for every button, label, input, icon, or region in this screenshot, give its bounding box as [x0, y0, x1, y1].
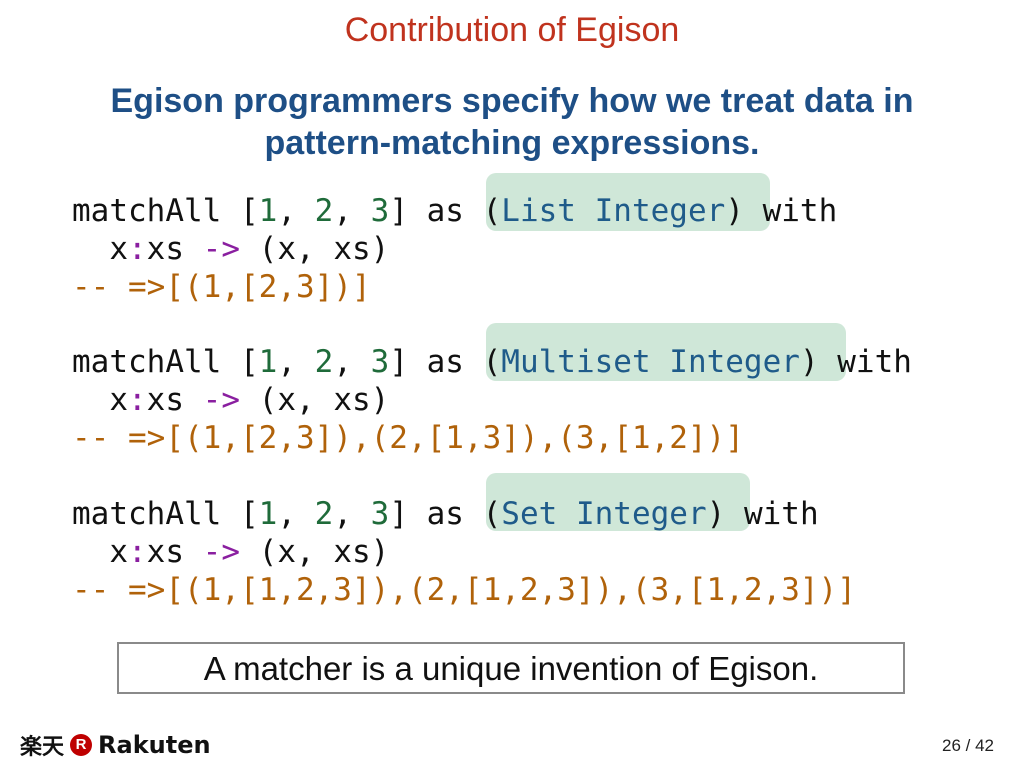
slide-subtitle: Egison programmers specify how we treat …: [40, 80, 984, 164]
code-line-matchall-set: matchAll [1, 2, 3] as (Set Integer) with: [72, 496, 819, 532]
code-line-matchall-multiset: matchAll [1, 2, 3] as (Multiset Integer)…: [72, 344, 912, 380]
code-line-pattern: x:xs -> (x, xs): [109, 231, 390, 267]
page-number: 26 / 42: [942, 736, 994, 755]
matcher-type: Multiset: [501, 344, 651, 380]
code-line-matchall-list: matchAll [1, 2, 3] as (List Integer) wit…: [72, 193, 838, 229]
matcher-type: List: [501, 193, 576, 229]
subtitle-line-2: pattern-matching expressions.: [264, 124, 760, 162]
code-line-result-list: -- =>[(1,[2,3])]: [72, 269, 371, 305]
rakuten-r-icon: R: [70, 734, 93, 756]
code-line-pattern: x:xs -> (x, xs): [109, 534, 390, 570]
logo-japanese-text: 楽天: [20, 735, 65, 760]
subtitle-line-1: Egison programmers specify how we treat …: [110, 82, 914, 120]
keyword-matchall: matchAll: [72, 193, 222, 229]
code-line-result-multiset: -- =>[(1,[2,3]),(2,[1,3]),(3,[1,2])]: [72, 420, 744, 456]
code-line-pattern: x:xs -> (x, xs): [109, 382, 390, 418]
matcher-type: Set: [501, 496, 558, 532]
keyword-as: as: [426, 193, 464, 229]
note-box: A matcher is a unique invention of Egiso…: [117, 642, 905, 694]
slide-title: Contribution of Egison: [344, 11, 680, 49]
logo-english-text: Rakuten: [98, 731, 211, 759]
code-line-result-set: -- =>[(1,[1,2,3]),(2,[1,2,3]),(3,[1,2,3]…: [72, 572, 856, 608]
rakuten-logo: 楽天 R Rakuten: [20, 731, 211, 760]
keyword-with: with: [762, 193, 838, 229]
